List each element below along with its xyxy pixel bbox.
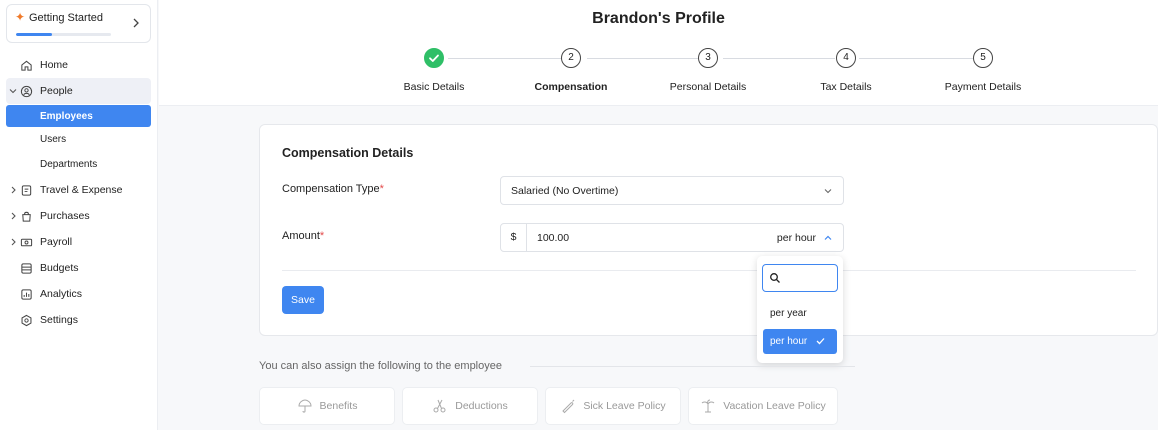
- getting-started-card[interactable]: ✦ Getting Started: [6, 4, 151, 43]
- step-2-label[interactable]: Compensation: [511, 81, 631, 93]
- assign-benefits-button[interactable]: Benefits: [259, 387, 395, 425]
- chevron-right-icon: [133, 18, 139, 28]
- travel-icon: [21, 184, 32, 196]
- getting-started-label: Getting Started: [29, 12, 103, 24]
- assign-deductions-button[interactable]: Deductions: [402, 387, 538, 425]
- sidebar-subitem-label: Departments: [40, 159, 98, 170]
- page-title: Brandon's Profile: [592, 10, 725, 27]
- sidebar-item-analytics[interactable]: Analytics: [0, 281, 158, 307]
- analytics-icon: [21, 288, 32, 300]
- step-connector: [587, 58, 699, 59]
- step-5-circle[interactable]: 5: [973, 48, 993, 68]
- home-icon: [21, 60, 32, 71]
- unit-dropdown: per year per hour: [757, 256, 843, 363]
- amount-label: Amount*: [282, 230, 324, 242]
- amount-field[interactable]: $ 100.00 per hour: [500, 223, 844, 252]
- sidebar-item-travel-expense[interactable]: Travel & Expense: [0, 177, 158, 203]
- currency-symbol: $: [501, 224, 527, 251]
- sidebar-item-label: Settings: [40, 314, 78, 326]
- stepper: 2 3 4 5 Basic Details Compensation Perso…: [159, 48, 1158, 98]
- sidebar-subitem-label: Users: [40, 134, 67, 145]
- search-icon: [770, 273, 780, 283]
- sidebar-subitem-employees[interactable]: Employees: [6, 105, 151, 127]
- assign-sick-leave-button[interactable]: Sick Leave Policy: [545, 387, 681, 425]
- step-3-label[interactable]: Personal Details: [648, 81, 768, 93]
- assign-item-label: Sick Leave Policy: [583, 400, 666, 412]
- sidebar-item-purchases[interactable]: Purchases: [0, 203, 158, 229]
- step-connector: [859, 58, 973, 59]
- sidebar-item-label: Payroll: [40, 236, 73, 248]
- sidebar-subitem-users[interactable]: Users: [0, 127, 158, 152]
- chevron-right-icon: [11, 186, 16, 194]
- field-label-text: Compensation Type: [282, 183, 380, 195]
- sidebar-item-label: People: [40, 85, 73, 97]
- check-icon: [816, 338, 825, 345]
- assign-item-label: Benefits: [319, 400, 358, 412]
- step-4-circle[interactable]: 4: [836, 48, 856, 68]
- dropdown-search-input[interactable]: [762, 264, 838, 292]
- sidebar-item-label: Purchases: [40, 210, 90, 222]
- assign-item-label: Vacation Leave Policy: [723, 400, 826, 412]
- step-4-label[interactable]: Tax Details: [786, 81, 906, 93]
- compensation-type-select[interactable]: Salaried (No Overtime): [500, 176, 844, 205]
- people-icon: [20, 85, 33, 97]
- step-connector: [448, 58, 563, 59]
- sparkle-icon: ✦: [15, 10, 26, 24]
- required-mark: *: [319, 230, 325, 242]
- sidebar-item-label: Home: [40, 59, 69, 71]
- assign-divider: [530, 366, 855, 367]
- chevron-up-icon[interactable]: [823, 234, 833, 242]
- sidebar-item-people[interactable]: People: [6, 78, 151, 104]
- dropdown-option-per-hour[interactable]: per hour: [763, 329, 837, 354]
- sidebar-subitem-departments[interactable]: Departments: [0, 152, 158, 177]
- amount-input[interactable]: 100.00: [537, 232, 569, 244]
- thermometer-icon: [562, 399, 575, 414]
- sidebar-nav: Home People Employees Users Departments …: [0, 52, 158, 333]
- step-2-circle[interactable]: 2: [561, 48, 581, 68]
- save-button[interactable]: Save: [282, 286, 324, 314]
- dropdown-option-per-year[interactable]: per year: [763, 301, 837, 326]
- step-1-label[interactable]: Basic Details: [374, 81, 494, 93]
- progress-fill: [16, 33, 53, 36]
- sidebar-item-label: Analytics: [40, 288, 83, 300]
- compensation-card: Compensation Details Compensation Type* …: [259, 124, 1158, 336]
- sidebar-subitem-label: Employees: [40, 110, 93, 122]
- umbrella-icon: [298, 399, 312, 413]
- palm-tree-icon: [701, 399, 715, 413]
- divider: [282, 270, 1136, 271]
- assign-item-label: Deductions: [455, 400, 508, 412]
- chevron-down-icon: [824, 189, 832, 194]
- step-3-circle[interactable]: 3: [698, 48, 718, 68]
- sidebar-item-label: Travel & Expense: [40, 184, 123, 196]
- payroll-icon: [20, 238, 33, 246]
- compensation-type-label: Compensation Type*: [282, 183, 384, 195]
- amount-unit-select[interactable]: per hour: [777, 232, 816, 244]
- chevron-right-icon: [11, 238, 16, 246]
- chevron-right-icon: [11, 212, 16, 220]
- sidebar-item-label: Budgets: [40, 262, 79, 274]
- dropdown-option-label: per hour: [770, 336, 808, 347]
- budgets-icon: [21, 262, 32, 274]
- check-icon: [429, 54, 439, 62]
- step-1-circle[interactable]: [424, 48, 444, 68]
- sidebar-item-settings[interactable]: Settings: [0, 307, 158, 333]
- chevron-down-icon: [9, 89, 17, 94]
- purchases-icon: [22, 211, 31, 222]
- getting-started-progress: [16, 33, 111, 36]
- assign-heading: You can also assign the following to the…: [259, 360, 502, 372]
- sidebar: ✦ Getting Started Home People Employees …: [0, 0, 158, 430]
- section-title: Compensation Details: [282, 146, 414, 160]
- scissors-icon: [433, 399, 446, 413]
- required-mark: *: [379, 183, 384, 195]
- step-connector: [723, 58, 835, 59]
- step-5-label[interactable]: Payment Details: [923, 81, 1043, 93]
- sidebar-item-budgets[interactable]: Budgets: [0, 255, 158, 281]
- field-label-text: Amount: [282, 230, 320, 242]
- assign-vacation-leave-button[interactable]: Vacation Leave Policy: [688, 387, 838, 425]
- sidebar-item-payroll[interactable]: Payroll: [0, 229, 158, 255]
- profile-header: Brandon's Profile 2 3 4 5 Basic Details …: [159, 0, 1158, 106]
- settings-icon: [21, 314, 32, 326]
- select-value: Salaried (No Overtime): [511, 185, 619, 197]
- sidebar-item-home[interactable]: Home: [0, 52, 158, 78]
